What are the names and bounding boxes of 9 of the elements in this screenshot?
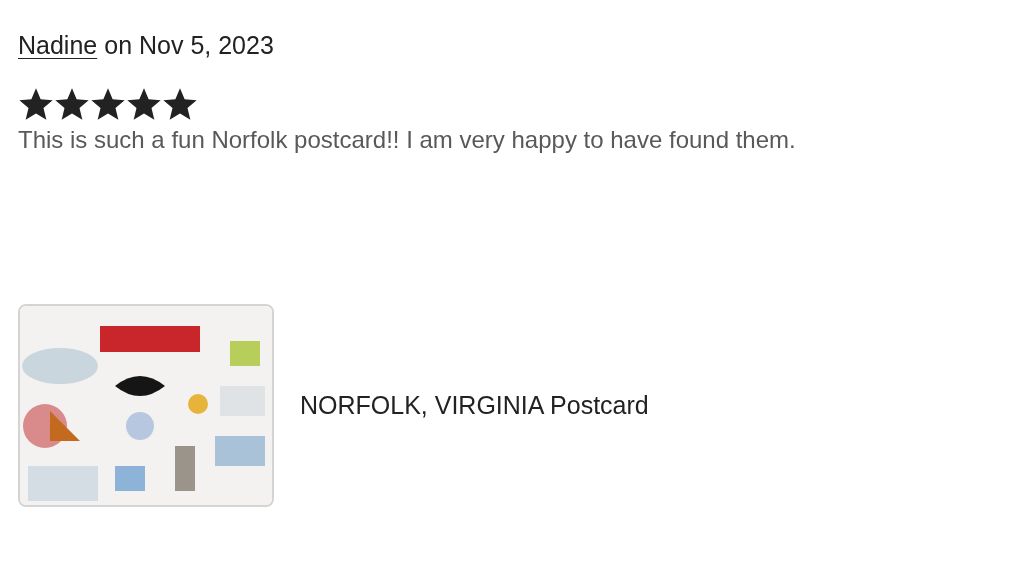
star-icon <box>54 86 90 122</box>
star-icon <box>126 86 162 122</box>
star-icon <box>18 86 54 122</box>
star-icon <box>162 86 198 122</box>
product-title[interactable]: NORFOLK, VIRGINIA Postcard <box>300 386 649 425</box>
review-date: on Nov 5, 2023 <box>104 30 274 61</box>
reviewer-name-link[interactable]: Nadine <box>18 28 98 62</box>
review-text: This is such a fun Norfolk postcard!! I am very happy to have found them. <box>18 125 797 155</box>
star-icon <box>90 86 126 122</box>
